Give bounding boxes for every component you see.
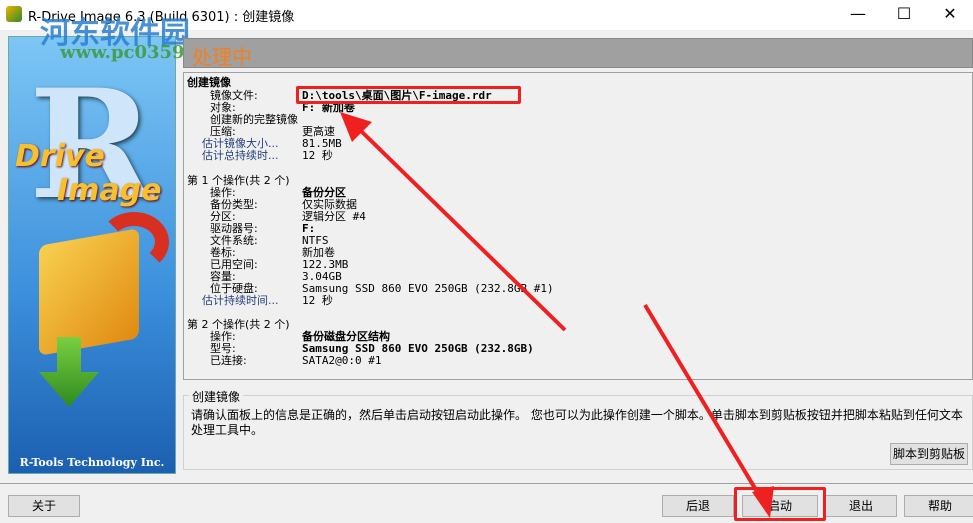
- info-title: 创建镜像: [189, 388, 244, 405]
- company-name: R-Tools Technology Inc.: [19, 456, 165, 469]
- close-button[interactable]: ✕: [927, 0, 973, 30]
- help-button[interactable]: 帮助: [904, 495, 973, 517]
- summary-value: SATA2@0:0 #1: [302, 354, 382, 367]
- op1-title: 第 1 个操作(共 2 个): [187, 174, 290, 187]
- divider: [0, 483, 973, 484]
- summary-value: 12 秒: [302, 294, 333, 307]
- folder-icon: [39, 228, 139, 356]
- logo-drive: Drive: [15, 139, 105, 174]
- summary-value: Samsung SSD 860 EVO 250GB (232.8GB #1): [302, 282, 554, 295]
- maximize-button[interactable]: ☐: [881, 0, 927, 30]
- summary-label: 估计持续时间...: [202, 294, 279, 307]
- sidebar-logo-panel: R Drive Image R-Tools Technology Inc.: [8, 36, 176, 474]
- script-to-clipboard-button[interactable]: 脚本到剪贴板: [890, 443, 968, 465]
- summary-label: 估计总持续时...: [202, 149, 279, 162]
- summary-panel: 创建镜像 第 1 个操作(共 2 个) 第 2 个操作(共 2 个) 镜像文件:…: [183, 72, 973, 380]
- info-text: 请确认面板上的信息是正确的，然后单击启动按钮启动此操作。 您也可以为此操作创建一…: [191, 408, 963, 437]
- title-bar: R-Drive Image 6.3 (Build 6301) : 创建镜像 — …: [0, 0, 973, 30]
- op2-title: 第 2 个操作(共 2 个): [187, 318, 290, 331]
- summary-label: 已连接:: [210, 354, 247, 367]
- start-highlight: [734, 487, 826, 521]
- exit-button[interactable]: 退出: [825, 495, 897, 517]
- back-button[interactable]: 后退: [662, 495, 734, 517]
- summary-title: 创建镜像: [187, 76, 231, 89]
- image-file-highlight: [296, 86, 521, 104]
- logo-image: Image: [57, 173, 162, 208]
- status-header: 处理中: [183, 38, 973, 69]
- window-title: R-Drive Image 6.3 (Build 6301) : 创建镜像: [28, 10, 295, 25]
- app-icon: [6, 6, 22, 22]
- about-button[interactable]: 关于: [8, 495, 80, 517]
- status-text: 处理中: [192, 45, 252, 69]
- summary-value: 12 秒: [302, 149, 333, 162]
- minimize-button[interactable]: —: [835, 0, 881, 30]
